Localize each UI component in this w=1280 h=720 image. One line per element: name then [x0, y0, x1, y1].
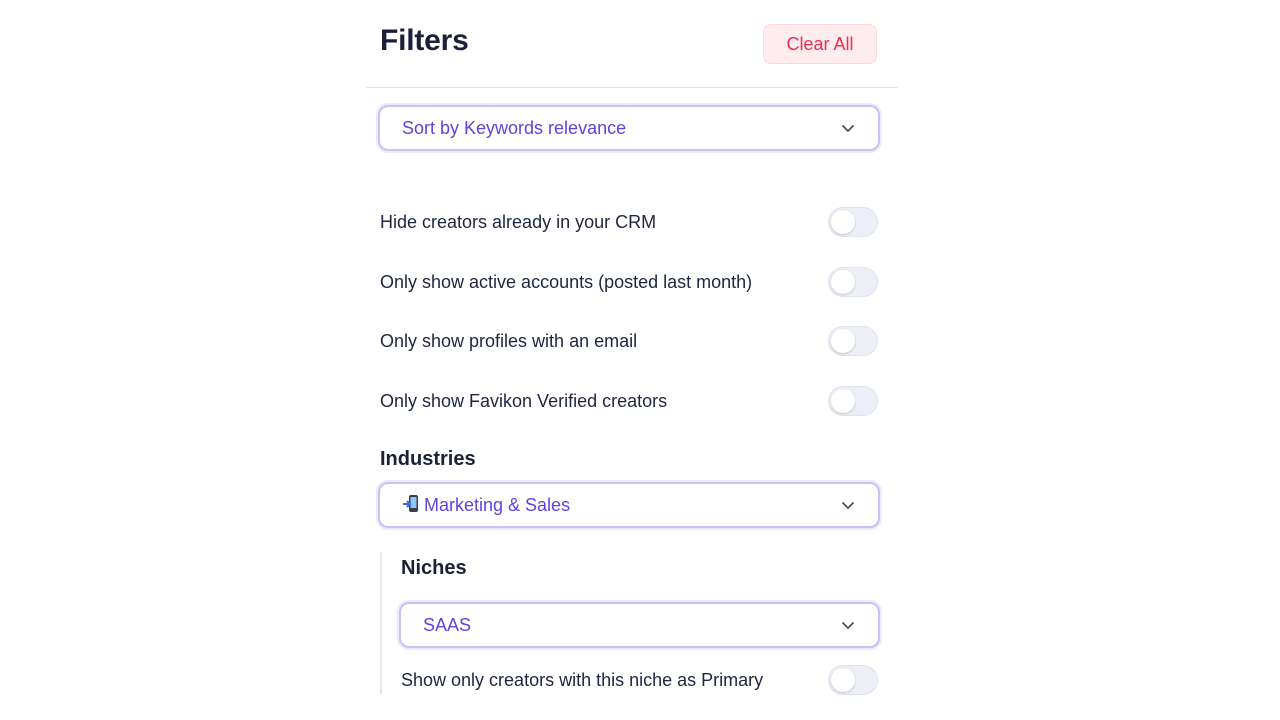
niches-label: Niches — [401, 557, 467, 579]
chevron-down-icon — [842, 622, 854, 629]
industries-select[interactable]: Marketing & Sales — [378, 482, 880, 528]
niche-primary-toggle[interactable] — [828, 665, 878, 695]
toggle-label: Only show Favikon Verified creators — [380, 390, 668, 411]
toggle-row-verified: Only show Favikon Verified creators — [380, 385, 878, 417]
filters-header: Filters Clear All — [366, 0, 898, 88]
toggle-row-niche-primary: Show only creators with this niche as Pr… — [401, 664, 878, 696]
sort-select[interactable]: Sort by Keywords relevance — [378, 105, 880, 151]
industries-select-value: Marketing & Sales — [402, 494, 840, 516]
toggle-row-hide-crm: Hide creators already in your CRM — [380, 206, 878, 238]
toggle-label: Hide creators already in your CRM — [380, 211, 657, 232]
email-toggle[interactable] — [828, 326, 878, 356]
toggle-label: Only show profiles with an email — [380, 330, 638, 351]
industries-label: Industries — [380, 448, 476, 470]
chevron-down-icon — [842, 125, 854, 132]
toggle-knob — [831, 329, 855, 353]
toggle-knob — [831, 389, 855, 413]
verified-toggle[interactable] — [828, 386, 878, 416]
toggle-label: Only show active accounts (posted last m… — [380, 271, 753, 292]
toggle-knob — [831, 210, 855, 234]
sort-select-value: Sort by Keywords relevance — [402, 117, 627, 138]
niche-primary-label: Show only creators with this niche as Pr… — [401, 669, 764, 690]
niches-select[interactable]: SAAS — [399, 602, 880, 648]
chevron-down-icon — [842, 502, 854, 509]
toggle-row-active-accounts: Only show active accounts (posted last m… — [380, 266, 878, 298]
mobile-phone-arrow-icon — [403, 495, 418, 512]
toggle-row-email: Only show profiles with an email — [380, 325, 878, 357]
page-title: Filters — [380, 24, 469, 57]
filters-panel: Filters Clear All Sort by Keywords relev… — [366, 0, 898, 720]
hide-crm-toggle[interactable] — [828, 207, 878, 237]
clear-all-button[interactable]: Clear All — [763, 24, 877, 64]
niches-indent-rail — [380, 552, 382, 694]
active-accounts-toggle[interactable] — [828, 267, 878, 297]
toggle-knob — [831, 668, 855, 692]
industries-selected-text: Marketing & Sales — [424, 495, 571, 515]
toggle-knob — [831, 270, 855, 294]
niches-select-value: SAAS — [423, 614, 472, 635]
